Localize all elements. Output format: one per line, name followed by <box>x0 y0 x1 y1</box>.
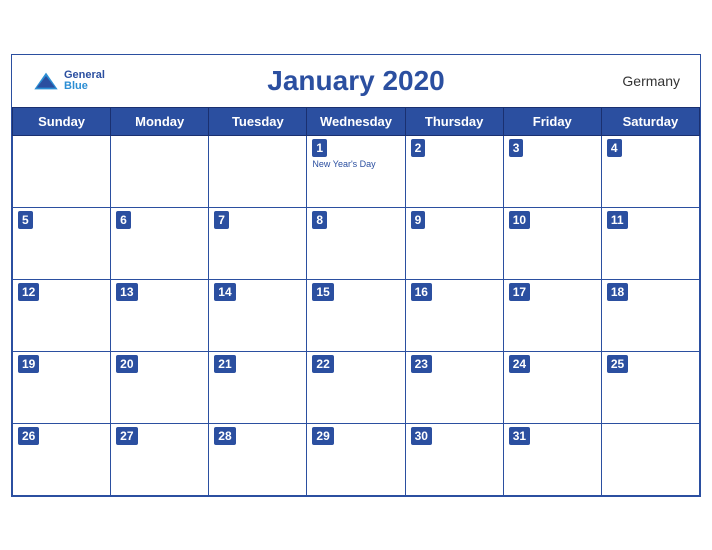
day-number: 11 <box>607 211 628 230</box>
calendar-cell: 13 <box>111 279 209 351</box>
day-number: 2 <box>411 139 426 158</box>
day-number: 22 <box>312 355 333 374</box>
calendar-cell: 15 <box>307 279 405 351</box>
day-number: 3 <box>509 139 524 158</box>
calendar-cell: 2 <box>405 135 503 207</box>
calendar-cell <box>111 135 209 207</box>
weekday-thursday: Thursday <box>405 107 503 135</box>
calendar-cell: 18 <box>601 279 699 351</box>
calendar-cell: 27 <box>111 423 209 495</box>
day-number: 31 <box>509 427 530 446</box>
weekday-friday: Friday <box>503 107 601 135</box>
calendar-week-row: 19 20 21 22 23 24 25 <box>13 351 700 423</box>
calendar-cell: 9 <box>405 207 503 279</box>
logo-icon <box>32 71 60 91</box>
day-number: 25 <box>607 355 628 374</box>
calendar-cell <box>209 135 307 207</box>
calendar-cell: 8 <box>307 207 405 279</box>
calendar: General Blue January 2020 Germany Sunday… <box>11 54 701 497</box>
calendar-cell: 14 <box>209 279 307 351</box>
calendar-cell: 24 <box>503 351 601 423</box>
weekday-monday: Monday <box>111 107 209 135</box>
day-number: 28 <box>214 427 235 446</box>
calendar-cell: 11 <box>601 207 699 279</box>
day-number: 21 <box>214 355 235 374</box>
calendar-cell: 19 <box>13 351 111 423</box>
calendar-week-row: 1New Year's Day 2 3 4 <box>13 135 700 207</box>
day-number: 20 <box>116 355 137 374</box>
weekday-saturday: Saturday <box>601 107 699 135</box>
day-number: 16 <box>411 283 432 302</box>
day-number: 30 <box>411 427 432 446</box>
day-number: 27 <box>116 427 137 446</box>
day-number: 4 <box>607 139 622 158</box>
weekday-tuesday: Tuesday <box>209 107 307 135</box>
calendar-cell: 23 <box>405 351 503 423</box>
calendar-week-row: 5 6 7 8 9 10 11 <box>13 207 700 279</box>
day-number: 6 <box>116 211 131 230</box>
day-number: 13 <box>116 283 137 302</box>
calendar-cell: 22 <box>307 351 405 423</box>
calendar-title: January 2020 <box>267 65 444 97</box>
calendar-cell: 1New Year's Day <box>307 135 405 207</box>
calendar-cell: 29 <box>307 423 405 495</box>
calendar-cell: 21 <box>209 351 307 423</box>
weekday-header-row: Sunday Monday Tuesday Wednesday Thursday… <box>13 107 700 135</box>
day-number: 19 <box>18 355 39 374</box>
calendar-cell: 31 <box>503 423 601 495</box>
calendar-cell: 4 <box>601 135 699 207</box>
calendar-table: Sunday Monday Tuesday Wednesday Thursday… <box>12 107 700 496</box>
day-number: 10 <box>509 211 530 230</box>
holiday-label: New Year's Day <box>312 159 399 169</box>
calendar-cell: 26 <box>13 423 111 495</box>
day-number: 29 <box>312 427 333 446</box>
calendar-week-row: 12 13 14 15 16 17 18 <box>13 279 700 351</box>
calendar-cell: 7 <box>209 207 307 279</box>
calendar-cell: 28 <box>209 423 307 495</box>
day-number: 24 <box>509 355 530 374</box>
day-number: 7 <box>214 211 229 230</box>
day-number: 5 <box>18 211 33 230</box>
day-number: 15 <box>312 283 333 302</box>
calendar-cell: 12 <box>13 279 111 351</box>
weekday-sunday: Sunday <box>13 107 111 135</box>
day-number: 14 <box>214 283 235 302</box>
country-label: Germany <box>622 73 680 89</box>
calendar-cell: 25 <box>601 351 699 423</box>
calendar-cell: 6 <box>111 207 209 279</box>
day-number: 9 <box>411 211 426 230</box>
day-number: 26 <box>18 427 39 446</box>
day-number: 8 <box>312 211 327 230</box>
day-number: 23 <box>411 355 432 374</box>
calendar-cell: 3 <box>503 135 601 207</box>
calendar-cell: 5 <box>13 207 111 279</box>
day-number: 1 <box>312 139 327 158</box>
weekday-wednesday: Wednesday <box>307 107 405 135</box>
calendar-cell: 16 <box>405 279 503 351</box>
calendar-cell: 17 <box>503 279 601 351</box>
calendar-week-row: 26 27 28 29 30 31 <box>13 423 700 495</box>
calendar-cell: 10 <box>503 207 601 279</box>
day-number: 17 <box>509 283 530 302</box>
calendar-cell: 20 <box>111 351 209 423</box>
calendar-cell <box>13 135 111 207</box>
day-number: 12 <box>18 283 39 302</box>
logo-area: General Blue <box>32 70 105 92</box>
calendar-cell: 30 <box>405 423 503 495</box>
day-number: 18 <box>607 283 628 302</box>
logo-blue-text: Blue <box>64 81 105 92</box>
calendar-header: General Blue January 2020 Germany <box>12 55 700 107</box>
calendar-cell <box>601 423 699 495</box>
